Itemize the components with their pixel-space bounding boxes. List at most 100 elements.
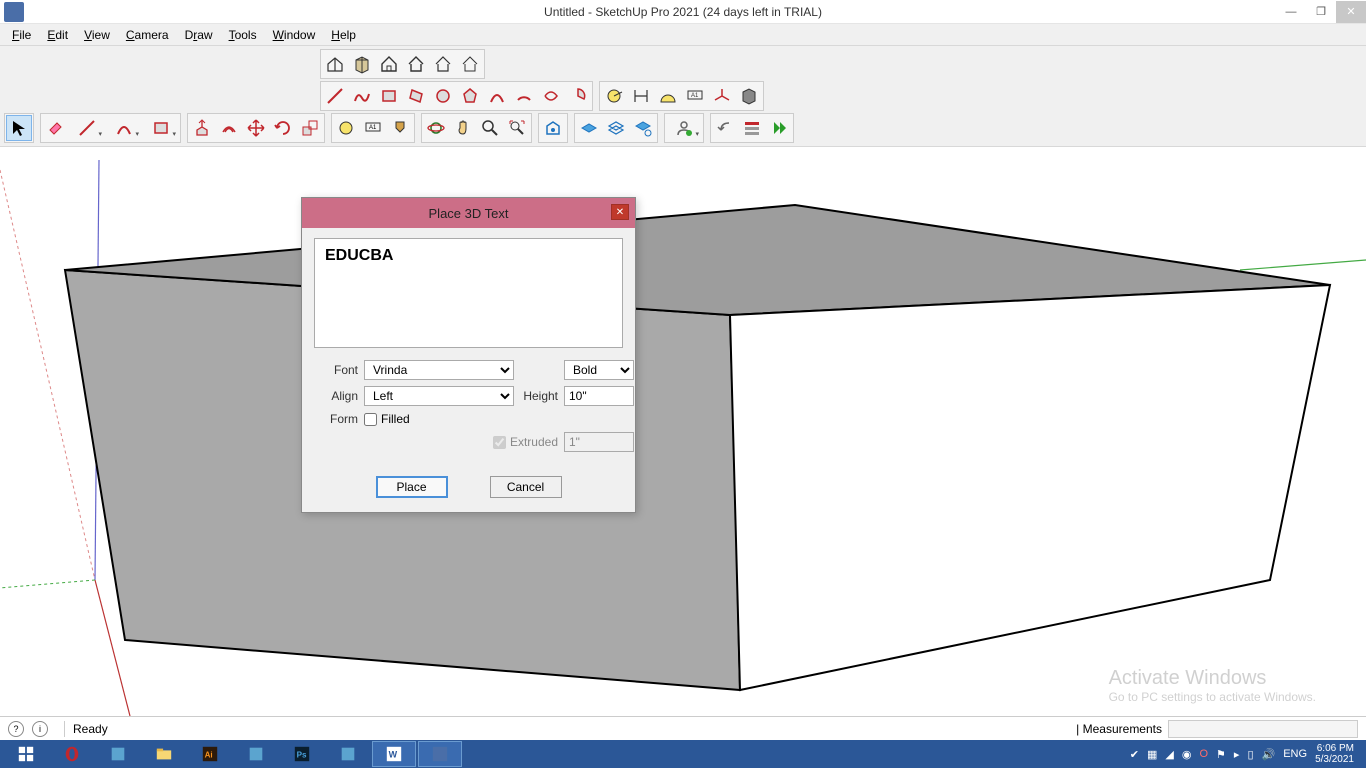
shape-dd-icon[interactable] [143,115,179,141]
select-tool-icon[interactable] [6,115,32,141]
taskbar-word-icon[interactable]: W [372,741,416,767]
zoom-extents-tool-icon[interactable] [504,115,530,141]
taskbar-photoshop-icon[interactable]: Ps [280,741,324,767]
dialog-titlebar[interactable]: Place 3D Text ✕ [302,198,635,228]
start-button[interactable] [4,741,48,767]
taskbar-app1-icon[interactable] [96,741,140,767]
rotated-rect-tool-icon[interactable] [403,83,429,109]
text-input[interactable]: EDUCBA [314,238,623,348]
menu-view[interactable]: View [76,26,118,44]
tray-lang[interactable]: ENG [1283,748,1307,760]
tray-net-icon[interactable]: ▦ [1147,748,1157,761]
maximize-button[interactable]: ❐ [1306,1,1336,23]
tray-shield-icon[interactable]: ✔ [1130,748,1139,761]
measurements-label: | Measurements [1076,722,1162,736]
form-label: Form [314,412,364,426]
place-button[interactable]: Place [376,476,448,498]
taskbar-illustrator-icon[interactable]: Ai [188,741,232,767]
style-iso-icon[interactable] [322,51,348,77]
close-button[interactable]: ✕ [1336,1,1366,23]
taskbar-opera-icon[interactable] [50,741,94,767]
scale-tool-icon[interactable] [297,115,323,141]
pie-tool-icon[interactable] [565,83,591,109]
arc-tool-icon[interactable] [484,83,510,109]
style-box-icon[interactable] [349,51,375,77]
tray-dell-icon[interactable]: ◉ [1182,748,1192,761]
freehand-tool-icon[interactable] [349,83,375,109]
minimize-button[interactable]: — [1276,1,1306,23]
ext3-tool-icon[interactable] [630,115,656,141]
warehouse-tool-icon[interactable] [540,115,566,141]
eraser-tool-icon[interactable] [42,115,68,141]
style-house4-icon[interactable] [457,51,483,77]
menu-help[interactable]: Help [323,26,364,44]
arc-dd-icon[interactable] [106,115,142,141]
toolbar-row-draw: A1 [0,80,1366,112]
dimension-tool-icon[interactable] [628,83,654,109]
taskbar-explorer-icon[interactable] [142,741,186,767]
tray-wifi-icon[interactable]: ◢ [1165,748,1173,761]
line-dd-icon[interactable] [69,115,105,141]
menu-draw[interactable]: Draw [177,26,221,44]
style-house3-icon[interactable] [430,51,456,77]
style-house1-icon[interactable] [376,51,402,77]
style-house2-icon[interactable] [403,51,429,77]
undo-zoom-icon[interactable] [712,115,738,141]
dialog-close-button[interactable]: ✕ [611,204,629,220]
taskbar-app3-icon[interactable] [326,741,370,767]
pan-tool-icon[interactable] [450,115,476,141]
measurements-input[interactable] [1168,720,1358,738]
tray-clock[interactable]: 6:06 PM 5/3/2021 [1315,743,1354,765]
user-tool-icon[interactable] [666,115,702,141]
taskbar-sketchup-icon[interactable] [418,741,462,767]
window-title: Untitled - SketchUp Pro 2021 (24 days le… [544,5,822,19]
zoom-tool-icon[interactable] [477,115,503,141]
circle-tool-icon[interactable] [430,83,456,109]
text-tool-icon[interactable]: A1 [682,83,708,109]
weight-select[interactable]: Bold [564,360,634,380]
offset-tool-icon[interactable] [216,115,242,141]
filled-checkbox[interactable] [364,413,377,426]
ext2-tool-icon[interactable] [603,115,629,141]
tray-battery-icon[interactable]: ▯ [1247,748,1253,761]
tray-flag-icon[interactable]: ▸ [1234,748,1240,761]
tags-tool-icon[interactable] [739,115,765,141]
polygon-tool-icon[interactable] [457,83,483,109]
move-tool-icon[interactable] [243,115,269,141]
menu-tools[interactable]: Tools [221,26,265,44]
ext1-tool-icon[interactable] [576,115,602,141]
extrude-input [564,432,634,452]
place-3d-text-dialog: Place 3D Text ✕ EDUCBA Font Vrinda Bold … [301,197,636,513]
rectangle-tool-icon[interactable] [376,83,402,109]
menu-edit[interactable]: Edit [39,26,76,44]
play-tool-icon[interactable] [766,115,792,141]
viewport-3d[interactable] [0,160,1366,716]
height-input[interactable] [564,386,634,406]
cancel-button[interactable]: Cancel [490,476,562,498]
tray-action-icon[interactable]: ⚑ [1216,748,1226,761]
axes-tool-icon[interactable] [709,83,735,109]
tray-volume-icon[interactable]: 🔊 [1262,748,1276,761]
tray-opera-icon[interactable]: O [1199,748,1208,760]
align-select[interactable]: Left [364,386,514,406]
arc3-tool-icon[interactable] [538,83,564,109]
text2-tool-icon[interactable]: A1 [360,115,386,141]
menu-file[interactable]: File [4,26,39,44]
line-tool-icon[interactable] [322,83,348,109]
paint-tool-icon[interactable] [387,115,413,141]
info-icon[interactable]: i [32,721,48,737]
3dtext-tool-icon[interactable] [736,83,762,109]
arc2-tool-icon[interactable] [511,83,537,109]
help-icon[interactable]: ? [8,721,24,737]
rotate-tool-icon[interactable] [270,115,296,141]
font-select[interactable]: Vrinda [364,360,514,380]
menu-window[interactable]: Window [265,26,324,44]
menu-camera[interactable]: Camera [118,26,177,44]
pushpull-tool-icon[interactable] [189,115,215,141]
tape2-tool-icon[interactable] [333,115,359,141]
protractor-tool-icon[interactable] [655,83,681,109]
dialog-title: Place 3D Text [429,206,509,221]
taskbar-app2-icon[interactable] [234,741,278,767]
orbit-tool-icon[interactable] [423,115,449,141]
tape-tool-icon[interactable] [601,83,627,109]
